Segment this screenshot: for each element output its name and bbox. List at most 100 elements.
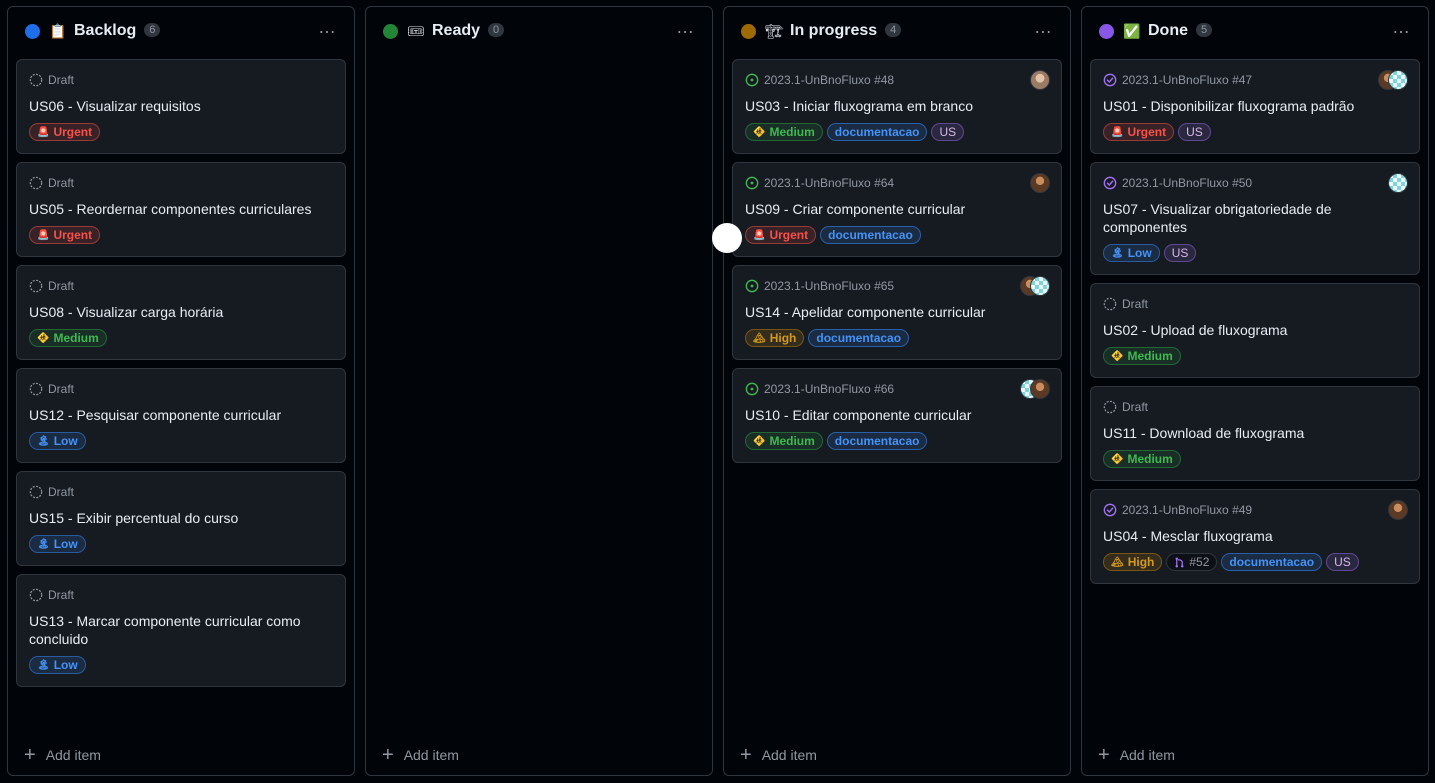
project-card[interactable]: 2023.1-UnBnoFluxo #48 US03 - Iniciar flux… <box>732 59 1062 154</box>
open-issue-icon <box>745 279 759 293</box>
project-card[interactable]: Draft US12 - Pesquisar componente curricu… <box>16 368 346 463</box>
label-us[interactable]: US <box>931 123 965 141</box>
label-list: 🏔 High #52 documentacao US <box>1103 553 1407 571</box>
label-high[interactable]: 🏔 High <box>745 329 805 347</box>
project-card[interactable]: 2023.1-UnBnoFluxo #47 US01 - Disponibiliz… <box>1090 59 1420 154</box>
project-card[interactable]: Draft US02 - Upload de fluxograma 🚸 Medium <box>1090 283 1420 378</box>
project-card[interactable]: 2023.1-UnBnoFluxo #49 US04 - Mesclar flux… <box>1090 489 1420 584</box>
label-doc[interactable]: documentacao <box>808 329 910 347</box>
avatar[interactable] <box>1030 276 1050 296</box>
card-title[interactable]: US10 - Editar componente curricular <box>745 406 1049 424</box>
add-item-button[interactable]: + Add item <box>740 745 817 765</box>
avatar[interactable] <box>1030 379 1050 399</box>
avatar[interactable] <box>1030 70 1050 90</box>
card-title[interactable]: US09 - Criar componente curricular <box>745 200 1049 218</box>
label-urgent[interactable]: 🚨 Urgent <box>745 226 817 244</box>
issue-reference[interactable]: 2023.1-UnBnoFluxo #64 <box>764 176 894 190</box>
column-menu-icon[interactable]: … <box>1392 17 1411 38</box>
column-emoji-icon: 🎟 <box>407 23 425 39</box>
card-title[interactable]: US05 - Reordernar componentes curricular… <box>29 200 333 218</box>
card-title[interactable]: US14 - Apelidar componente curricular <box>745 303 1049 321</box>
label-urgent[interactable]: 🚨 Urgent <box>29 123 101 141</box>
label-us[interactable]: US <box>1163 244 1197 262</box>
project-card[interactable]: Draft US06 - Visualizar requisitos 🚨 Urgent <box>16 59 346 154</box>
label-medium[interactable]: 🚸 Medium <box>29 329 107 347</box>
closed-issue-icon <box>1103 503 1117 517</box>
column-header: 🏗 In progress 4… <box>724 7 1070 57</box>
card-meta: Draft <box>29 72 333 88</box>
label-us[interactable]: US <box>1326 553 1359 571</box>
label-medium[interactable]: 🚸 Medium <box>1103 347 1181 365</box>
card-title[interactable]: US03 - Iniciar fluxograma em branco <box>745 97 1049 115</box>
project-card[interactable]: Draft US08 - Visualizar carga horária 🚸 Med… <box>16 265 346 360</box>
project-card[interactable]: Draft US15 - Exibir percentual do curso 🏝 L… <box>16 471 346 566</box>
add-item-button[interactable]: + Add item <box>24 745 101 765</box>
assignee-avatars[interactable] <box>1030 173 1050 193</box>
draft-circle-icon <box>29 588 43 602</box>
avatar[interactable] <box>1388 70 1408 90</box>
card-title[interactable]: US15 - Exibir percentual do curso <box>29 509 333 527</box>
label-doc[interactable]: documentacao <box>820 226 921 244</box>
label-low[interactable]: 🏝 Low <box>29 432 86 450</box>
project-card[interactable]: 2023.1-UnBnoFluxo #66 US10 - Editar compo… <box>732 368 1062 463</box>
card-title[interactable]: US11 - Download de fluxograma <box>1103 424 1407 442</box>
priority-emoji-icon: 🚨 <box>753 229 766 241</box>
project-card[interactable]: Draft US05 - Reordernar componentes curri… <box>16 162 346 257</box>
card-title[interactable]: US01 - Disponibilizar fluxograma padrão <box>1103 97 1407 115</box>
add-item-button[interactable]: + Add item <box>382 745 459 765</box>
avatar[interactable] <box>1388 173 1408 193</box>
label-low[interactable]: 🏝 Low <box>29 535 86 553</box>
project-card[interactable]: 2023.1-UnBnoFluxo #50 US07 - Visualizar o… <box>1090 162 1420 275</box>
issue-reference[interactable]: 2023.1-UnBnoFluxo #49 <box>1122 503 1252 517</box>
label-doc[interactable]: documentacao <box>1221 553 1323 571</box>
issue-reference[interactable]: 2023.1-UnBnoFluxo #65 <box>764 279 894 293</box>
assignee-avatars[interactable] <box>1020 379 1050 399</box>
assignee-avatars[interactable] <box>1388 500 1408 520</box>
label-high[interactable]: 🏔 High <box>1103 553 1163 571</box>
avatar[interactable] <box>1030 173 1050 193</box>
label-medium[interactable]: 🚸 Medium <box>745 123 823 141</box>
label-medium[interactable]: 🚸 Medium <box>745 432 823 450</box>
issue-reference[interactable]: 2023.1-UnBnoFluxo #50 <box>1122 176 1252 190</box>
card-title[interactable]: US13 - Marcar componente curricular como… <box>29 612 333 648</box>
assignee-avatars[interactable] <box>1388 173 1408 193</box>
label-text: Medium <box>769 125 815 139</box>
column-title: Ready 0 <box>432 22 505 40</box>
label-doc[interactable]: documentacao <box>826 123 928 141</box>
card-title[interactable]: US06 - Visualizar requisitos <box>29 97 333 115</box>
label-low[interactable]: 🏝 Low <box>1103 244 1160 262</box>
issue-reference[interactable]: 2023.1-UnBnoFluxo #48 <box>764 73 894 87</box>
avatar[interactable] <box>1388 500 1408 520</box>
card-title[interactable]: US04 - Mesclar fluxograma <box>1103 527 1407 545</box>
assignee-avatars[interactable] <box>1020 276 1050 296</box>
issue-reference[interactable]: 2023.1-UnBnoFluxo #66 <box>764 382 894 396</box>
label-pr[interactable]: #52 <box>1166 553 1218 571</box>
card-title[interactable]: US02 - Upload de fluxograma <box>1103 321 1407 339</box>
draft-circle-icon <box>29 485 43 499</box>
label-urgent[interactable]: 🚨 Urgent <box>29 226 101 244</box>
label-doc[interactable]: documentacao <box>826 432 928 450</box>
card-title[interactable]: US12 - Pesquisar componente curricular <box>29 406 333 424</box>
column-menu-icon[interactable]: … <box>318 17 337 38</box>
column-count-badge: 6 <box>144 23 161 37</box>
priority-emoji-icon: 🏔 <box>1111 556 1124 568</box>
card-title[interactable]: US08 - Visualizar carga horária <box>29 303 333 321</box>
label-medium[interactable]: 🚸 Medium <box>1103 450 1181 468</box>
column-menu-icon[interactable]: … <box>676 17 695 38</box>
project-card[interactable]: Draft US13 - Marcar componente curricular… <box>16 574 346 687</box>
project-card[interactable]: Draft US11 - Download de fluxograma 🚸 Mediu… <box>1090 386 1420 481</box>
label-urgent[interactable]: 🚨 Urgent <box>1103 123 1175 141</box>
assignee-avatars[interactable] <box>1030 70 1050 90</box>
add-item-button[interactable]: + Add item <box>1098 745 1175 765</box>
issue-reference[interactable]: 2023.1-UnBnoFluxo #47 <box>1122 73 1252 87</box>
project-card[interactable]: 2023.1-UnBnoFluxo #65 US14 - Apelidar com… <box>732 265 1062 360</box>
label-us[interactable]: US <box>1178 123 1211 141</box>
label-low[interactable]: 🏝 Low <box>29 656 86 674</box>
label-list: 🚨 Urgent documentacao <box>745 226 1049 244</box>
project-card[interactable]: 2023.1-UnBnoFluxo #64 US09 - Criar compon… <box>732 162 1062 257</box>
assignee-avatars[interactable] <box>1378 70 1408 90</box>
draft-circle-icon <box>29 176 43 190</box>
cursor-indicator <box>712 223 742 253</box>
card-title[interactable]: US07 - Visualizar obrigatoriedade de com… <box>1103 200 1407 236</box>
column-menu-icon[interactable]: … <box>1034 17 1053 38</box>
